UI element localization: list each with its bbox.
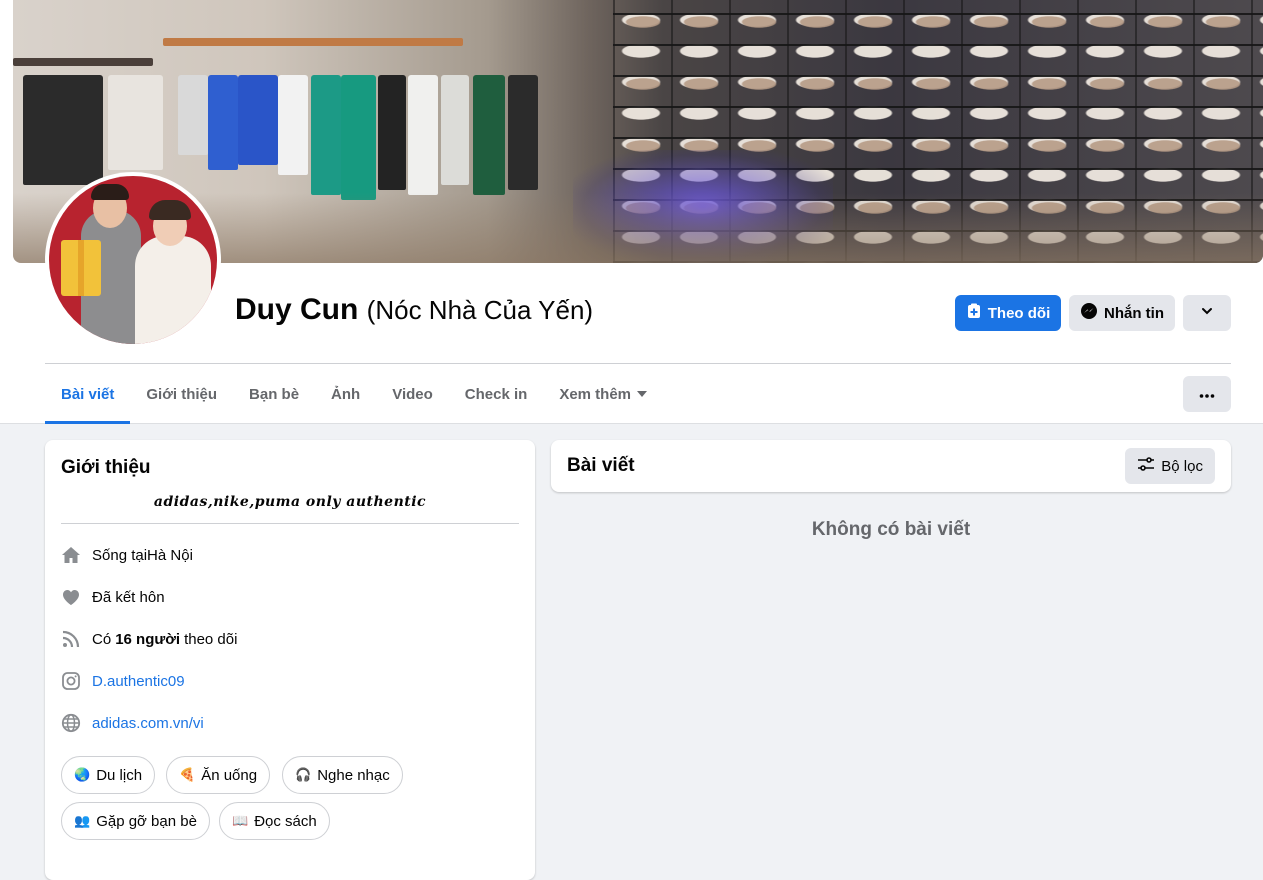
hobby-label: Du lịch	[96, 766, 143, 784]
profile-avatar[interactable]	[45, 172, 221, 348]
tab-videos[interactable]: Video	[376, 364, 449, 424]
tab-posts[interactable]: Bài viết	[45, 364, 131, 424]
avatar-photo	[49, 176, 217, 344]
caret-down-icon	[637, 391, 648, 397]
info-instagram: D.authentic09	[61, 671, 185, 691]
hobby-label: Ăn uống	[201, 766, 258, 784]
globe-emoji-icon: 🌏	[74, 767, 91, 782]
follow-button[interactable]: Theo dõi	[955, 295, 1061, 331]
globe-icon	[61, 713, 81, 733]
rss-icon	[61, 629, 81, 649]
hobby-label: Đọc sách	[254, 812, 317, 830]
info-followers: Có 16 người theo dõi	[61, 629, 237, 649]
message-button[interactable]: Nhắn tin	[1069, 295, 1175, 331]
followers-count[interactable]: 16 người	[115, 631, 180, 648]
tab-label: Bài viết	[61, 385, 115, 403]
tabs-more-button[interactable]	[1183, 376, 1231, 412]
relationship-text: Đã kết hôn	[92, 588, 165, 606]
heart-icon	[61, 587, 81, 607]
lives-city[interactable]: Hà Nội	[147, 547, 193, 564]
profile-name-text: Duy Cun	[235, 293, 359, 326]
tab-friends[interactable]: Bạn bè	[233, 364, 315, 424]
hobby-chip[interactable]: 🍕 Ăn uống	[166, 756, 271, 794]
pizza-emoji-icon: 🍕	[179, 767, 196, 782]
follow-label: Theo dõi	[987, 304, 1051, 322]
tab-label: Xem thêm	[559, 385, 632, 403]
tab-label: Bạn bè	[249, 385, 300, 403]
ellipsis-icon	[1199, 386, 1215, 403]
info-relationship: Đã kết hôn	[61, 587, 165, 607]
hobby-chip[interactable]: 📖 Đọc sách	[219, 802, 330, 840]
info-lives-in: Sống tại Hà Nội	[61, 545, 193, 565]
sliders-icon	[1137, 456, 1155, 476]
posts-card: Bài viết Bộ lọc	[551, 440, 1231, 492]
followers-prefix: Có	[92, 630, 112, 648]
profile-name: Duy Cun (Nóc Nhà Của Yến)	[235, 293, 593, 327]
profile-tabs: Bài viết Giới thiệu Bạn bè Ảnh Video Che…	[45, 364, 663, 424]
hobby-chip[interactable]: 🌏 Du lịch	[61, 756, 156, 794]
cover-shelf	[13, 58, 153, 66]
instagram-link[interactable]: D.authentic09	[92, 673, 185, 690]
info-website: adidas.com.vn/vi	[61, 713, 204, 733]
hobby-chip[interactable]: 🎧 Nghe nhạc	[282, 756, 403, 794]
intro-card: Giới thiệu adidas,nike,puma only authent…	[45, 440, 535, 880]
tab-label: Ảnh	[331, 385, 361, 403]
tab-about[interactable]: Giới thiệu	[130, 364, 233, 424]
posts-title: Bài viết	[567, 455, 635, 476]
chevron-down-icon	[1200, 304, 1214, 322]
tab-label: Video	[392, 385, 433, 403]
home-icon	[61, 545, 81, 565]
hobby-label: Gặp gỡ bạn bè	[96, 812, 197, 830]
tab-label: Giới thiệu	[146, 385, 218, 403]
bio-divider	[61, 523, 519, 524]
website-link[interactable]: adidas.com.vn/vi	[92, 715, 204, 732]
people-emoji-icon: 👥	[74, 813, 91, 828]
followers-suffix: theo dõi	[184, 630, 238, 648]
book-emoji-icon: 📖	[232, 813, 249, 828]
filter-button[interactable]: Bộ lọc	[1125, 448, 1215, 484]
profile-alternate-name: (Nóc Nhà Của Yến)	[366, 295, 594, 325]
instagram-icon	[61, 671, 81, 691]
lives-prefix: Sống tại	[92, 546, 148, 564]
hobby-chip[interactable]: 👥 Gặp gỡ bạn bè	[61, 802, 210, 840]
intro-bio: adidas,nike,puma only authentic	[153, 494, 427, 510]
tab-photos[interactable]: Ảnh	[315, 364, 376, 424]
message-label: Nhắn tin	[1104, 304, 1164, 322]
more-options-button[interactable]	[1183, 295, 1231, 331]
cover-shelf	[163, 38, 463, 46]
tab-checkins[interactable]: Check in	[449, 364, 544, 424]
headphones-emoji-icon: 🎧	[295, 767, 312, 782]
intro-title: Giới thiệu	[61, 457, 151, 478]
follow-icon	[966, 303, 982, 323]
filter-label: Bộ lọc	[1161, 457, 1203, 475]
profile-header: Duy Cun (Nóc Nhà Của Yến) Theo dõi Nhắn …	[0, 0, 1263, 424]
tab-label: Check in	[464, 385, 528, 403]
empty-posts-message: Không có bài viết	[811, 519, 971, 540]
tab-see-more[interactable]: Xem thêm	[543, 364, 663, 424]
messenger-icon	[1080, 302, 1098, 324]
hobby-label: Nghe nhạc	[317, 766, 390, 784]
